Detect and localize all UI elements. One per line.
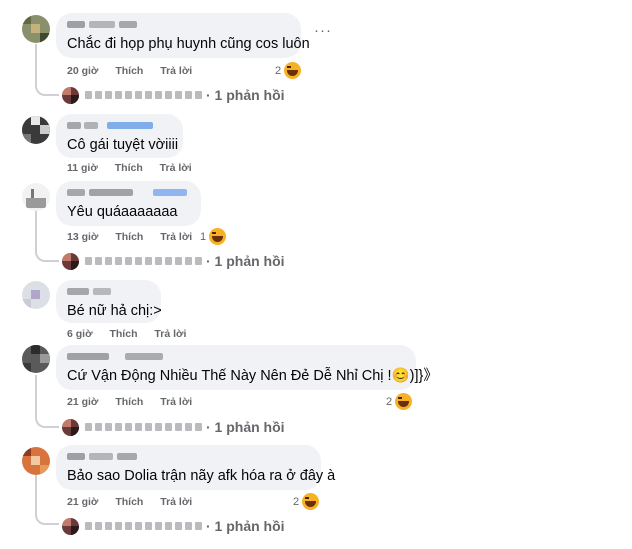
comment-text: Chắc đi họp phụ huynh cũng cos luôn <box>67 36 310 52</box>
author-name[interactable] <box>67 351 404 363</box>
like-button[interactable]: Thích <box>115 65 143 77</box>
comment-text: Bảo sao Dolia trận nãy afk hóa ra ở đây … <box>67 468 336 484</box>
reaction-count[interactable]: 2 <box>293 493 320 510</box>
reply-button[interactable]: Trả lời <box>160 496 192 508</box>
thread-line <box>35 412 59 428</box>
haha-emoji-icon <box>302 493 320 510</box>
avatar <box>62 517 79 535</box>
comment-actions: 20 giờ Thích Trả lời <box>67 65 206 77</box>
haha-emoji-icon <box>284 62 302 79</box>
view-replies-link[interactable]: · 1 phản hồi <box>62 418 285 436</box>
view-replies-link[interactable]: · 1 phản hồi <box>62 252 285 270</box>
comment-actions: 21 giờ Thích Trả lời <box>67 496 206 508</box>
thread-line <box>35 475 37 513</box>
like-button[interactable]: Thích <box>115 496 143 508</box>
haha-emoji-icon <box>209 228 227 245</box>
thread-line <box>35 80 59 96</box>
avatar[interactable] <box>22 281 50 309</box>
reply-button[interactable]: Trả lời <box>154 328 186 340</box>
avatar[interactable] <box>22 447 50 475</box>
reply-count[interactable]: · 1 phản hồi <box>206 419 285 435</box>
author-name[interactable] <box>67 187 189 199</box>
avatar[interactable] <box>22 183 50 211</box>
replier-names <box>85 522 202 530</box>
thread-line <box>35 509 59 525</box>
comment-bubble: Chắc đi họp phụ huynh cũng cos luôn <box>56 13 310 58</box>
reply-count[interactable]: · 1 phản hồi <box>206 87 285 103</box>
view-replies-link[interactable]: · 1 phản hồi <box>62 517 285 535</box>
thread-line <box>35 44 37 84</box>
comment-bubble: Yêu quáaaaaaaa <box>56 181 201 226</box>
comment-text: Yêu quáaaaaaaa <box>67 204 178 220</box>
timestamp[interactable]: 13 giờ <box>67 231 98 243</box>
reply-button[interactable]: Trả lời <box>160 65 192 77</box>
timestamp[interactable]: 21 giờ <box>67 396 98 408</box>
author-name[interactable] <box>67 19 289 31</box>
like-button[interactable]: Thích <box>115 162 143 174</box>
comment-actions: 6 giờ Thích Trả lời <box>67 328 200 340</box>
reply-button[interactable]: Trả lời <box>160 162 192 174</box>
reaction-count[interactable]: 2 <box>386 393 413 410</box>
timestamp[interactable]: 21 giờ <box>67 496 98 508</box>
replier-names <box>85 257 202 265</box>
timestamp[interactable]: 20 giờ <box>67 65 98 77</box>
author-name[interactable] <box>67 286 149 298</box>
comment-bubble: Cô gái tuyệt vờiiii <box>56 114 183 158</box>
reply-count[interactable]: · 1 phản hồi <box>206 253 285 269</box>
comment-bubble: Cứ Vận Động Nhiều Thế Này Nên Đẻ Dễ Nhỉ … <box>56 345 438 390</box>
like-button[interactable]: Thích <box>109 328 137 340</box>
like-button[interactable]: Thích <box>115 231 143 243</box>
reply-button[interactable]: Trả lời <box>160 231 192 243</box>
comment-text: Cứ Vận Động Nhiều Thế Này Nên Đẻ Dễ Nhỉ … <box>67 368 438 384</box>
haha-emoji-icon <box>395 393 413 410</box>
author-name[interactable] <box>67 451 309 463</box>
avatar[interactable] <box>22 15 50 43</box>
comment-text: Bé nữ hả chị:> <box>67 303 162 319</box>
thread-line <box>35 246 59 262</box>
comment-actions: 11 giờ Thích Trả lời <box>67 162 206 174</box>
reaction-count[interactable]: 2 <box>275 62 302 79</box>
reaction-count[interactable]: 1 <box>200 228 227 245</box>
comment-bubble: Bảo sao Dolia trận nãy afk hóa ra ở đây … <box>56 445 336 490</box>
avatar <box>62 86 79 104</box>
avatar <box>62 418 79 436</box>
comment-actions: 13 giờ Thích Trả lời <box>67 231 206 243</box>
comment-bubble: Bé nữ hả chị:> <box>56 280 162 323</box>
timestamp[interactable]: 11 giờ <box>67 162 98 174</box>
reply-count[interactable]: · 1 phản hồi <box>206 518 285 534</box>
comment-text: Cô gái tuyệt vờiiii <box>67 137 179 153</box>
timestamp[interactable]: 6 giờ <box>67 328 93 340</box>
avatar[interactable] <box>22 116 50 144</box>
thread-line <box>35 210 37 250</box>
replier-names <box>85 423 202 431</box>
reply-button[interactable]: Trả lời <box>160 396 192 408</box>
thread-line <box>35 375 37 415</box>
comment-actions: 21 giờ Thích Trả lời <box>67 396 206 408</box>
author-name[interactable] <box>67 120 171 132</box>
view-replies-link[interactable]: · 1 phản hồi <box>62 86 285 104</box>
replier-names <box>85 91 202 99</box>
avatar[interactable] <box>22 345 50 373</box>
avatar <box>62 252 79 270</box>
more-horizontal-icon[interactable]: ··· <box>314 22 332 39</box>
like-button[interactable]: Thích <box>115 396 143 408</box>
